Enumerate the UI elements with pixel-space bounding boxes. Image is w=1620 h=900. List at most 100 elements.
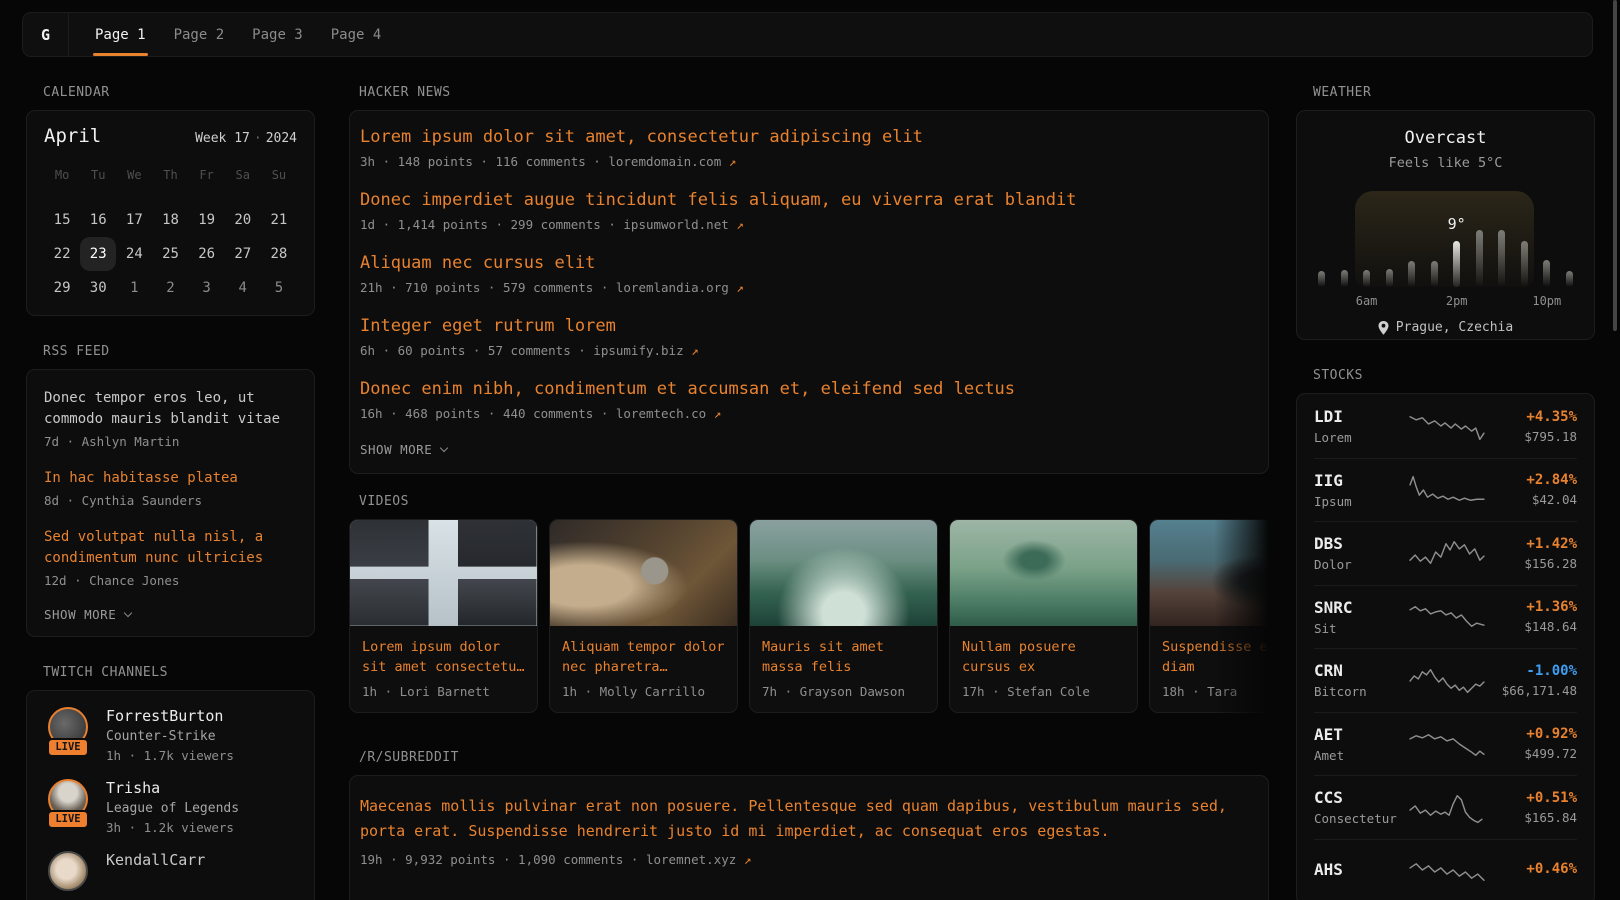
stock-row[interactable]: DBS Dolor +1.42% $156.28 — [1314, 522, 1577, 586]
calendar-day[interactable]: 15 — [44, 203, 80, 237]
rss-item: In hac habitasse platea 8d · Cynthia Sau… — [44, 468, 297, 508]
rss-section-label: RSS FEED — [43, 344, 315, 359]
channel-viewers: 3h · 1.2k viewers — [106, 820, 239, 835]
external-link-icon[interactable]: ↗ — [736, 280, 744, 295]
page-tab[interactable]: Page 4 — [317, 13, 396, 56]
calendar-day[interactable]: 28 — [261, 237, 297, 271]
rss-item-title[interactable]: Sed volutpat nulla nisl, a condimentum n… — [44, 527, 297, 569]
calendar-day[interactable]: 19 — [189, 203, 225, 237]
calendar-day[interactable]: 18 — [152, 203, 188, 237]
twitch-channel-row[interactable]: LIVE KendallCarr — [44, 851, 297, 891]
hn-story-title[interactable]: Aliquam nec cursus elit — [360, 253, 1258, 273]
video-thumbnail[interactable] — [550, 520, 737, 626]
stock-ticker[interactable]: AET — [1314, 725, 1408, 744]
page-tab[interactable]: Page 3 — [238, 13, 317, 56]
rss-item-title[interactable]: Donec tempor eros leo, ut commodo mauris… — [44, 388, 297, 430]
stock-ticker[interactable]: LDI — [1314, 407, 1408, 426]
stock-ticker[interactable]: SNRC — [1314, 598, 1408, 617]
video-title[interactable]: Nullam posuere cursus ex — [950, 626, 1137, 677]
calendar-day[interactable]: 23 — [80, 237, 116, 271]
top-bar: G Page 1 Page 2 Page 3 Page 4 — [22, 12, 1593, 57]
stock-row[interactable]: AET Amet +0.92% $499.72 — [1314, 713, 1577, 777]
video-card[interactable]: Mauris sit amet massa felis 7h · Grayson… — [749, 519, 938, 713]
weather-hour-bar — [1341, 270, 1348, 287]
hn-story-title[interactable]: Integer eget rutrum lorem — [360, 316, 1258, 336]
live-badge: LIVE — [47, 810, 88, 829]
stock-sparkline — [1408, 408, 1486, 444]
calendar-day[interactable]: 27 — [225, 237, 261, 271]
stock-ticker[interactable]: IIG — [1314, 471, 1408, 490]
page-scrollbar[interactable] — [1613, 0, 1617, 331]
calendar-day[interactable]: 24 — [116, 237, 152, 271]
page-tab[interactable]: Page 1 — [81, 13, 160, 56]
weather-hour-bar — [1498, 230, 1505, 287]
video-card[interactable]: Lorem ipsum dolor sit amet consectetu… 1… — [349, 519, 538, 713]
calendar-day[interactable]: 30 — [80, 271, 116, 305]
calendar-day[interactable]: 5 — [261, 271, 297, 305]
videos-section-label: VIDEOS — [359, 494, 1269, 509]
video-card[interactable]: Aliquam tempor dolor nec pharetra… 1h · … — [549, 519, 738, 713]
stock-row[interactable]: CCS Consectetur +0.51% $165.84 — [1314, 776, 1577, 840]
video-card[interactable]: Nullam posuere cursus ex 17h · Stefan Co… — [949, 519, 1138, 713]
calendar-day[interactable]: 29 — [44, 271, 80, 305]
calendar-day[interactable]: 16 — [80, 203, 116, 237]
calendar-day[interactable]: 20 — [225, 203, 261, 237]
stock-ticker[interactable]: AHS — [1314, 860, 1408, 879]
video-thumbnail[interactable] — [950, 520, 1137, 626]
stock-change-percent: +4.35% — [1486, 409, 1577, 425]
channel-avatar — [48, 851, 88, 891]
stock-row[interactable]: AHS +0.46% — [1314, 840, 1577, 900]
hn-story-title[interactable]: Donec imperdiet augue tincidunt felis al… — [360, 190, 1258, 210]
calendar-day[interactable]: 1 — [116, 271, 152, 305]
stock-change-percent: +0.51% — [1486, 790, 1577, 806]
video-card[interactable]: Suspendisse euismod diam 18h · Tara — [1149, 519, 1269, 713]
channel-name[interactable]: ForrestBurton — [106, 707, 234, 725]
video-title[interactable]: Mauris sit amet massa felis — [750, 626, 937, 677]
external-link-icon[interactable]: ↗ — [729, 154, 737, 169]
external-link-icon[interactable]: ↗ — [736, 217, 744, 232]
external-link-icon[interactable]: ↗ — [714, 406, 722, 421]
rss-list: Donec tempor eros leo, ut commodo mauris… — [44, 388, 297, 588]
weather-hour-bar — [1566, 271, 1573, 287]
video-thumbnail[interactable] — [750, 520, 937, 626]
calendar-day[interactable]: 21 — [261, 203, 297, 237]
stock-row[interactable]: LDI Lorem +4.35% $795.18 — [1314, 395, 1577, 459]
hn-story-title[interactable]: Lorem ipsum dolor sit amet, consectetur … — [360, 127, 1258, 147]
video-thumbnail[interactable] — [1150, 520, 1269, 626]
calendar-day[interactable]: 26 — [189, 237, 225, 271]
hn-show-more-button[interactable]: SHOW MORE — [360, 442, 1258, 457]
twitch-channel-row[interactable]: LIVE Trisha League of Legends 3h · 1.2k … — [44, 779, 297, 835]
channel-name[interactable]: Trisha — [106, 779, 239, 797]
video-meta: 18h · Tara — [1150, 677, 1269, 712]
calendar-day[interactable]: 2 — [152, 271, 188, 305]
calendar-day[interactable]: 25 — [152, 237, 188, 271]
external-link-icon[interactable]: ↗ — [744, 852, 752, 867]
video-thumbnail[interactable] — [350, 520, 537, 626]
video-title[interactable]: Lorem ipsum dolor sit amet consectetu… — [350, 626, 537, 677]
page-tab[interactable]: Page 2 — [160, 13, 239, 56]
calendar-day[interactable]: 3 — [189, 271, 225, 305]
stock-ticker[interactable]: DBS — [1314, 534, 1408, 553]
twitch-channels-widget: LIVE ForrestBurton Counter-Strike 1h · 1… — [26, 690, 315, 900]
calendar-day[interactable]: 4 — [225, 271, 261, 305]
twitch-channel-row[interactable]: LIVE ForrestBurton Counter-Strike 1h · 1… — [44, 707, 297, 763]
hn-story-title[interactable]: Donec enim nibh, condimentum et accumsan… — [360, 379, 1258, 399]
stock-row[interactable]: SNRC Sit +1.36% $148.64 — [1314, 586, 1577, 650]
reddit-post-meta: 19h · 9,932 points · 1,090 comments · lo… — [360, 852, 1258, 867]
channel-name[interactable]: KendallCarr — [106, 851, 205, 869]
hn-story: Aliquam nec cursus elit 21h · 710 points… — [360, 253, 1258, 295]
stock-row[interactable]: IIG Ipsum +2.84% $42.04 — [1314, 459, 1577, 523]
video-title[interactable]: Aliquam tempor dolor nec pharetra… — [550, 626, 737, 677]
stock-name: Lorem — [1314, 430, 1408, 445]
stock-row[interactable]: CRN Bitcorn -1.00% $66,171.48 — [1314, 649, 1577, 713]
video-title[interactable]: Suspendisse euismod diam — [1150, 626, 1269, 677]
calendar-day[interactable]: 22 — [44, 237, 80, 271]
calendar-day[interactable]: 17 — [116, 203, 152, 237]
external-link-icon[interactable]: ↗ — [691, 343, 699, 358]
rss-item-title[interactable]: In hac habitasse platea — [44, 468, 297, 489]
stock-ticker[interactable]: CCS — [1314, 788, 1408, 807]
reddit-post-title[interactable]: Maecenas mollis pulvinar erat non posuer… — [360, 794, 1258, 844]
rss-show-more-button[interactable]: SHOW MORE — [44, 607, 297, 622]
stock-price: $66,171.48 — [1486, 683, 1577, 698]
stock-ticker[interactable]: CRN — [1314, 661, 1408, 680]
